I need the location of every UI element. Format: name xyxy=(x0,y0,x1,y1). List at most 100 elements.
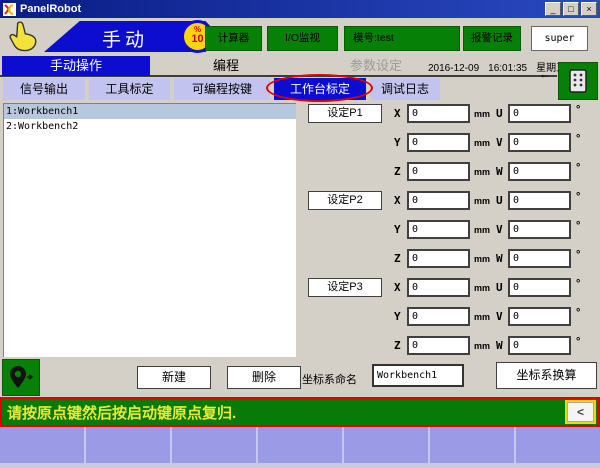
location-pin-icon xyxy=(8,364,34,392)
coord-convert-button[interactable]: 坐标系换算 xyxy=(496,362,597,389)
p1-v-input[interactable] xyxy=(508,133,571,152)
hand-pointer-icon xyxy=(6,20,40,54)
subtab-debug-log[interactable]: 调试日志 xyxy=(370,78,440,100)
status-bar: 请按原点键然后按启动键原点复归. < xyxy=(0,397,600,427)
softkey-cell-4[interactable] xyxy=(258,427,344,463)
app-icon xyxy=(3,3,16,16)
p3-z-input[interactable] xyxy=(407,336,470,355)
status-collapse-button[interactable]: < xyxy=(567,402,594,422)
unit-mm: mm xyxy=(474,196,490,206)
unit-degree: ° xyxy=(576,133,580,145)
unit-degree: ° xyxy=(576,278,580,290)
list-item-workbench1[interactable]: 1:Workbench1 xyxy=(4,104,296,119)
p2-x-input[interactable] xyxy=(407,191,470,210)
coord-name-input[interactable] xyxy=(372,364,464,387)
softkey-cell-3[interactable] xyxy=(172,427,258,463)
axis-label-y: Y xyxy=(394,136,401,149)
time-text: 16:01:35 xyxy=(488,63,527,74)
axis-label-v: V xyxy=(496,223,503,236)
p1-z-input[interactable] xyxy=(407,162,470,181)
mode-banner-label: 手动 xyxy=(102,25,148,52)
tab-programming[interactable]: 编程 xyxy=(152,56,300,76)
p1-x-input[interactable] xyxy=(407,104,470,123)
subtab-signal-output[interactable]: 信号输出 xyxy=(3,78,85,100)
p1-w-input[interactable] xyxy=(508,162,571,181)
subtab-tool-calibration[interactable]: 工具标定 xyxy=(89,78,170,100)
p1-row-x: X mm U ° xyxy=(296,104,600,123)
delete-button[interactable]: 删除 xyxy=(227,366,301,389)
unit-degree: ° xyxy=(576,104,580,116)
keypad-button[interactable] xyxy=(558,62,598,100)
axis-label-u: U xyxy=(496,194,503,207)
unit-degree: ° xyxy=(576,249,580,261)
window-title: PanelRobot xyxy=(20,3,81,15)
axis-label-x: X xyxy=(394,194,401,207)
unit-degree: ° xyxy=(576,307,580,319)
new-button[interactable]: 新建 xyxy=(137,366,211,389)
unit-degree: ° xyxy=(576,220,580,232)
calculator-button[interactable]: 计算器 xyxy=(205,26,262,51)
axis-label-w: W xyxy=(496,339,503,352)
unit-degree: ° xyxy=(576,162,580,174)
softkey-cell-6[interactable] xyxy=(430,427,516,463)
minimize-button[interactable]: _ xyxy=(545,2,561,16)
status-collapse-frame: < xyxy=(565,400,596,424)
axis-label-v: V xyxy=(496,136,503,149)
p2-w-input[interactable] xyxy=(508,249,571,268)
axis-label-x: X xyxy=(394,281,401,294)
axis-label-v: V xyxy=(496,310,503,323)
axis-label-z: Z xyxy=(394,339,401,352)
p2-u-input[interactable] xyxy=(508,191,571,210)
softkey-cell-5[interactable] xyxy=(344,427,430,463)
maximize-button[interactable]: □ xyxy=(563,2,579,16)
p3-row-x: X mm U ° xyxy=(296,278,600,297)
axis-label-u: U xyxy=(496,281,503,294)
coord-name-label: 坐标系命名 xyxy=(302,371,357,387)
unit-mm: mm xyxy=(474,254,490,264)
softkey-cell-7[interactable] xyxy=(516,427,600,463)
home-position-button[interactable] xyxy=(2,359,40,396)
axis-label-y: Y xyxy=(394,223,401,236)
p3-v-input[interactable] xyxy=(508,307,571,326)
p2-y-input[interactable] xyxy=(407,220,470,239)
keypad-arrow: ← xyxy=(539,67,551,81)
unit-mm: mm xyxy=(474,283,490,293)
p2-row-z: Z mm W ° xyxy=(296,249,600,268)
title-bar: PanelRobot _ □ × xyxy=(0,0,600,18)
axis-label-w: W xyxy=(496,165,503,178)
tab-manual-operation[interactable]: 手动操作 xyxy=(2,56,150,76)
p3-y-input[interactable] xyxy=(407,307,470,326)
p1-row-z: Z mm W ° xyxy=(296,162,600,181)
p3-row-y: Y mm V ° xyxy=(296,307,600,326)
unit-degree: ° xyxy=(576,191,580,203)
unit-mm: mm xyxy=(474,225,490,235)
softkey-cell-2[interactable] xyxy=(86,427,172,463)
mold-number-button[interactable]: 模号:test xyxy=(344,26,460,51)
alarm-log-button[interactable]: 报警记录 xyxy=(463,26,521,51)
list-item-workbench2[interactable]: 2:Workbench2 xyxy=(4,119,296,134)
io-monitor-button[interactable]: I/O监视 xyxy=(267,26,338,51)
panel-robot-app: PanelRobot _ □ × 手动 % 10 计算器 I/O监视 模号:te… xyxy=(0,0,600,468)
p1-y-input[interactable] xyxy=(407,133,470,152)
softkey-bar xyxy=(0,427,600,468)
close-button[interactable]: × xyxy=(581,2,597,16)
subtab-workbench-calibration[interactable]: 工作台标定 xyxy=(274,78,366,100)
p2-v-input[interactable] xyxy=(508,220,571,239)
datetime-display: 2016-12-0916:01:35星期五 xyxy=(428,59,575,74)
keypad-icon xyxy=(569,69,587,93)
user-level-button[interactable]: super xyxy=(531,26,588,51)
p2-row-x: X mm U ° xyxy=(296,191,600,210)
axis-label-u: U xyxy=(496,107,503,120)
p3-x-input[interactable] xyxy=(407,278,470,297)
unit-mm: mm xyxy=(474,109,490,119)
p3-w-input[interactable] xyxy=(508,336,571,355)
p1-u-input[interactable] xyxy=(508,104,571,123)
unit-degree: ° xyxy=(576,336,580,348)
unit-mm: mm xyxy=(474,312,490,322)
softkey-cell-1[interactable] xyxy=(0,427,86,463)
subtab-programmable-keys[interactable]: 可编程按键 xyxy=(174,78,270,100)
date-text: 2016-12-09 xyxy=(428,63,479,74)
p2-z-input[interactable] xyxy=(407,249,470,268)
p3-u-input[interactable] xyxy=(508,278,571,297)
status-message: 请按原点键然后按启动键原点复归. xyxy=(7,402,236,423)
